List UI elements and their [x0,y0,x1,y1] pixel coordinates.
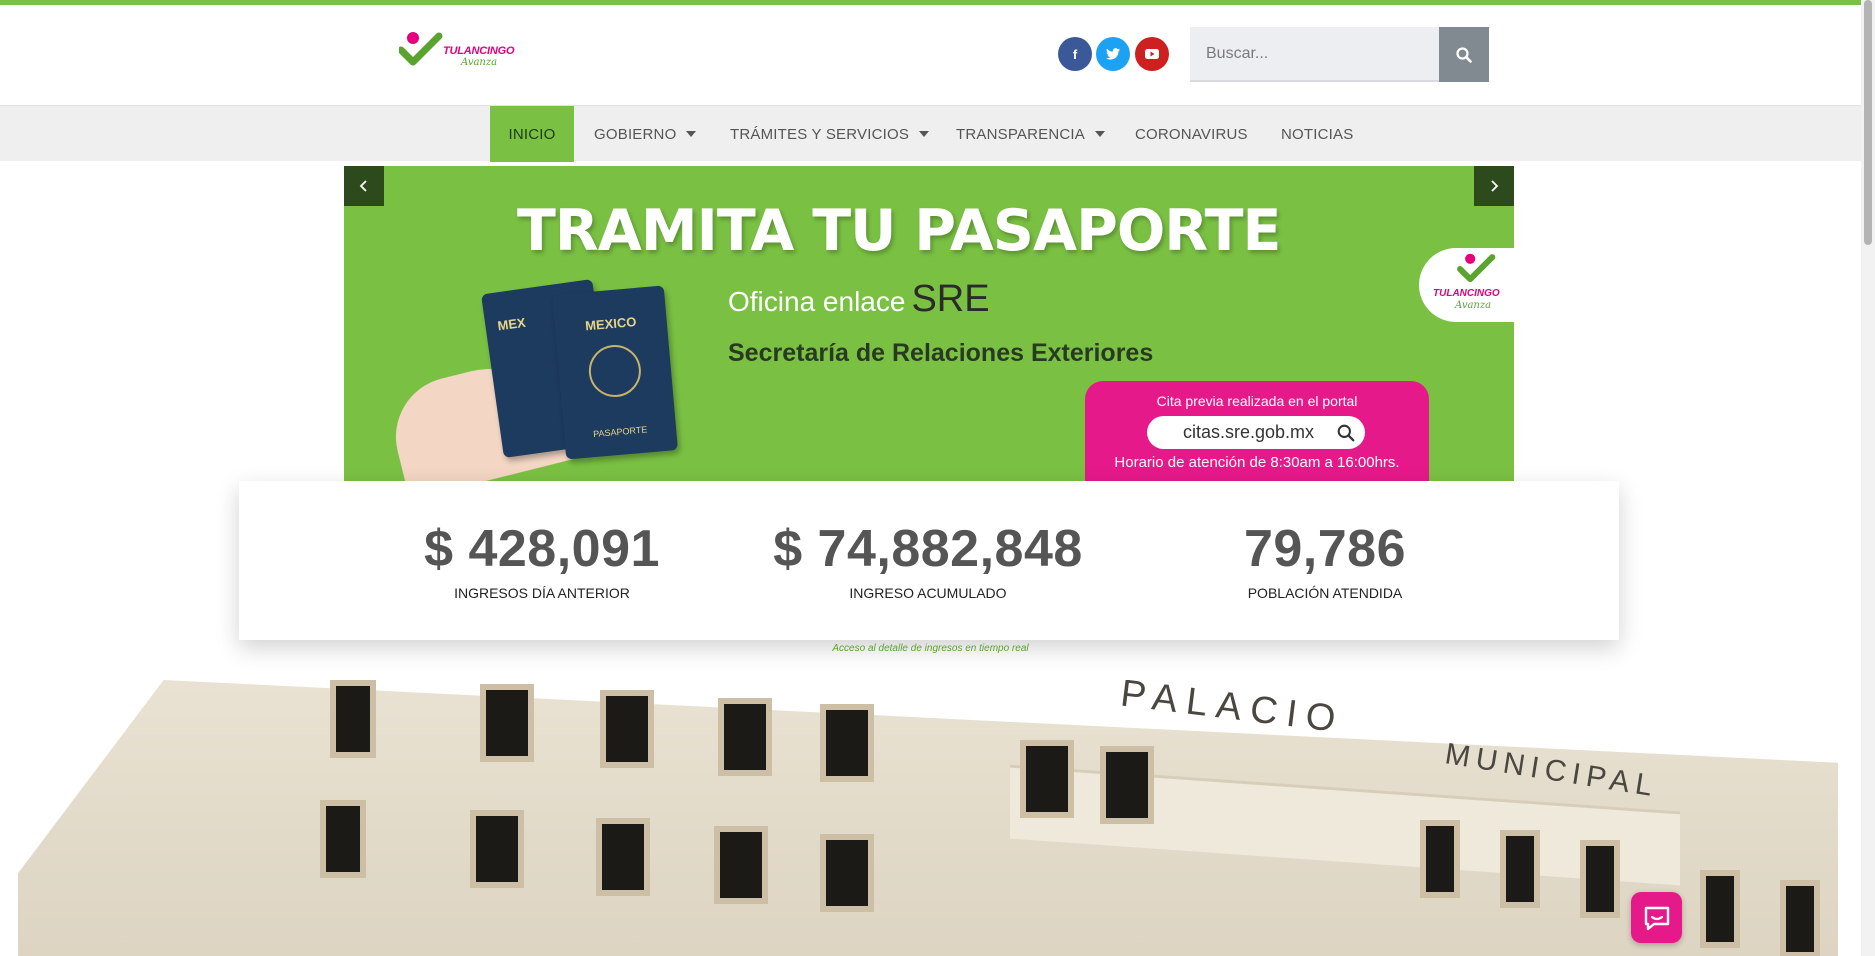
page-scrollbar[interactable] [1861,0,1875,956]
page: TULANCINGO Avanza f INICIO GOBIERNO TRÁM… [0,0,1875,956]
nav-transparencia[interactable]: TRANSPARENCIA [956,106,1106,162]
slide-subtitle: Oficina enlace SRE [728,278,990,321]
search-icon [1456,46,1472,63]
slider-next-button[interactable] [1474,166,1514,206]
logo-subtext: Avanza [461,57,498,68]
building-window [1100,746,1154,824]
income-detail-link[interactable]: Acceso al detalle de ingresos en tiempo … [0,643,1861,654]
slide-secretaria: Secretaría de Relaciones Exteriores [728,339,1154,367]
nav-gobierno[interactable]: GOBIERNO [594,106,697,162]
chevron-down-icon [919,131,930,137]
appointment-url: citas.sre.gob.mx [1183,422,1315,442]
nav-label: TRANSPARENCIA [956,125,1086,143]
twitter-icon[interactable] [1096,37,1130,71]
building-window [470,810,524,888]
chat-button[interactable] [1631,892,1682,943]
stats-panel: $ 428,091 INGRESOS DÍA ANTERIOR $ 74,882… [239,481,1619,640]
building-window [480,684,534,762]
chevron-left-icon [359,180,367,192]
appointment-url-pill: citas.sre.gob.mx [1147,416,1365,449]
slider-prev-button[interactable] [344,166,384,206]
building-window [330,680,376,758]
building-window [1580,840,1620,918]
passport-foot: PASAPORTE [592,424,648,440]
stat-label-ingreso-acumulado: INGRESO ACUMULADO [849,585,1007,601]
nav-coronavirus[interactable]: CORONAVIRUS [1135,106,1248,162]
chevron-right-icon [1491,180,1499,192]
logo-check-icon [1457,253,1496,283]
slide-subtitle-text: Oficina enlace [728,286,906,317]
nav-label: GOBIERNO [594,125,677,143]
building-window [820,704,874,782]
search-icon [1337,424,1355,441]
chevron-down-icon [1095,131,1106,137]
building-window [1780,880,1820,956]
nav-tramites[interactable]: TRÁMITES Y SERVICIOS [730,106,930,162]
nav-label: INICIO [508,125,556,143]
search-button[interactable] [1439,27,1489,82]
appointment-box: Cita previa realizada en el portal citas… [1085,381,1429,481]
passport-title: MEXICO [584,313,637,334]
logo-text: TULANCINGO [443,45,515,57]
building-window [714,826,768,904]
stat-value-poblacion: 79,786 [1243,520,1407,578]
stat-label-ingresos-dia: INGRESOS DÍA ANTERIOR [454,585,630,601]
main-navigation: INICIO GOBIERNO TRÁMITES Y SERVICIOS TRA… [0,105,1861,162]
facebook-icon[interactable]: f [1058,37,1092,71]
nav-noticias[interactable]: NOTICIAS [1281,106,1353,162]
passport-image: MEXICO PASAPORTE [552,285,678,460]
stat-label-poblacion: POBLACIÓN ATENDIDA [1247,585,1403,601]
slide-title: TRAMITA TU PASAPORTE [517,198,1281,264]
building-window [600,690,654,768]
badge-text: TULANCINGO [1433,288,1500,299]
passport-seal-icon [586,342,644,400]
appointment-hours: Horario de atención de 8:30am a 16:00hrs… [1114,454,1400,471]
slide-subtitle-bold: SRE [911,278,990,320]
scrollbar-thumb[interactable] [1864,0,1872,245]
youtube-icon[interactable] [1135,37,1169,71]
stat-value-ingresos-dia: $ 428,091 [424,520,660,578]
nav-inicio[interactable]: INICIO [490,106,574,162]
nav-label: NOTICIAS [1281,125,1354,143]
nav-label: CORONAVIRUS [1135,125,1248,143]
search-field[interactable] [1190,27,1439,82]
building-window [718,698,772,776]
hero-slider[interactable]: TRAMITA TU PASAPORTE MEX MEXICO PASAPORT… [344,166,1514,481]
top-accent-strip [0,0,1861,5]
building-window [596,818,650,896]
palacio-municipal-image: PALACIO MUNICIPAL [0,680,1861,956]
building-window [820,834,874,912]
building-window [320,800,366,878]
stat-value-ingreso-acumulado: $ 74,882,848 [773,520,1083,578]
building-window [1020,740,1074,818]
chevron-down-icon [686,131,697,137]
building-window [1500,830,1540,908]
slide-logo-badge: TULANCINGO Avanza [1419,248,1514,322]
appointment-box-top: Cita previa realizada en el portal [1156,393,1358,409]
site-logo[interactable]: TULANCINGO Avanza [399,28,525,80]
badge-sub: Avanza [1455,300,1492,311]
chat-icon [1644,906,1669,930]
nav-label: TRÁMITES Y SERVICIOS [730,125,910,143]
search-input[interactable] [1190,27,1439,80]
building-window [1420,820,1460,898]
building-window [1700,870,1740,948]
facebook-glyph: f [1072,46,1078,62]
